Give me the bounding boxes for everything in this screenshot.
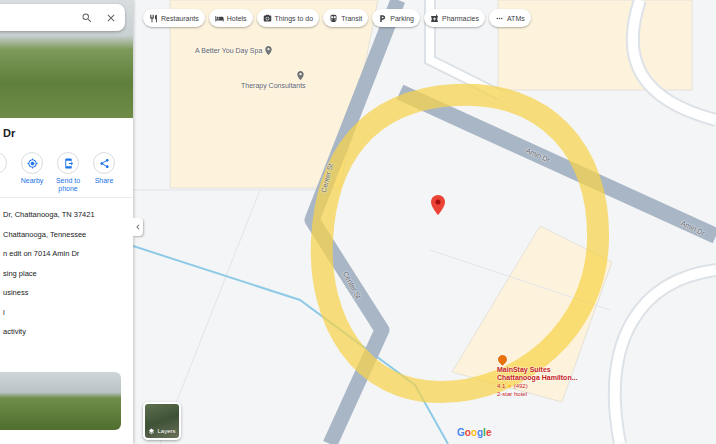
action-button[interactable]: e: [0, 152, 14, 193]
nearby-icon: [27, 158, 38, 169]
action-label: Send to phone: [51, 177, 85, 193]
action-circle[interactable]: [57, 152, 79, 174]
filter-chip[interactable]: Pharmacies: [424, 9, 485, 27]
road: [633, 0, 716, 120]
bookmark-icon: [0, 158, 2, 169]
parking-icon: [378, 14, 387, 23]
layers-icon: [148, 428, 155, 435]
place-panel: Dr eNearbySend to phoneShare Dr, Chattanoo…: [0, 0, 133, 444]
highlight-circle: [322, 95, 598, 392]
transit-icon: [329, 14, 338, 23]
logo-letter: G: [457, 427, 465, 439]
detail-row[interactable]: Chattanooga, Tennessee: [0, 225, 133, 245]
action-circle[interactable]: [93, 152, 115, 174]
selected-pin-icon[interactable]: [431, 195, 445, 215]
search-icon[interactable]: [81, 12, 93, 24]
filter-chips: RestaurantsHotelsThings to doTransitPark…: [143, 9, 531, 27]
filter-chip[interactable]: Restaurants: [143, 9, 205, 27]
poi-pin-icon[interactable]: [263, 45, 274, 56]
action-button[interactable]: Send to phone: [50, 152, 86, 193]
logo-letter: l: [483, 427, 486, 439]
detail-row[interactable]: n edit on 7014 Amin Dr: [0, 244, 133, 264]
poi-marker[interactable]: Therapy Consultants: [241, 70, 306, 90]
layers-label: Layers: [157, 428, 175, 435]
divider: [0, 197, 133, 198]
place-label[interactable]: Therapy Consultants: [241, 82, 306, 90]
amin-dr-road[interactable]: [400, 92, 716, 236]
search-box[interactable]: [0, 4, 125, 31]
layers-button[interactable]: Layers: [143, 402, 181, 440]
more-icon: [495, 14, 504, 23]
detail-row[interactable]: Dr, Chattanooga, TN 37421: [0, 205, 133, 225]
filter-chip[interactable]: Parking: [372, 9, 420, 27]
logo-letter: o: [465, 427, 471, 439]
phone-icon: [63, 158, 74, 169]
street-photo[interactable]: [0, 372, 121, 430]
action-label: Nearby: [15, 177, 49, 185]
detail-row[interactable]: sing place: [0, 264, 133, 284]
map[interactable]: RestaurantsHotelsThings to doTransitPark…: [133, 0, 716, 444]
collapse-panel-button[interactable]: [133, 218, 143, 236]
action-button[interactable]: Nearby: [14, 152, 50, 193]
filter-chip[interactable]: Hotels: [209, 9, 253, 27]
road: [615, 270, 716, 444]
place-label[interactable]: A Better You Day Spa: [195, 47, 262, 55]
share-icon: [99, 158, 110, 169]
place-label[interactable]: MainStay Suites Chattanooga Hamilton...: [497, 366, 589, 382]
detail-row[interactable]: activity: [0, 322, 133, 342]
filter-chip[interactable]: Things to do: [257, 9, 320, 27]
place-title: Dr: [0, 118, 133, 142]
restaurant-icon: [149, 14, 158, 23]
logo-letter: g: [477, 427, 483, 439]
filter-chip[interactable]: Transit: [323, 9, 368, 27]
road: [633, 0, 716, 120]
google-logo: Google: [457, 427, 491, 439]
close-icon[interactable]: [105, 12, 117, 24]
logo-letter: e: [486, 427, 492, 439]
road: [615, 270, 716, 444]
parcel-line: [133, 190, 330, 191]
filter-chip[interactable]: ATMs: [489, 9, 531, 27]
action-circle[interactable]: [21, 152, 43, 174]
action-row: eNearbySend to phoneShare: [0, 152, 133, 193]
poi-pin-icon[interactable]: [295, 70, 306, 81]
detail-row[interactable]: usiness: [0, 283, 133, 303]
action-circle[interactable]: [0, 152, 7, 174]
action-label: e: [0, 177, 13, 185]
hotel-rating: 4.1 ★ (492): [497, 383, 528, 390]
action-label: Share: [87, 177, 121, 185]
hotel-pin-icon[interactable]: [495, 352, 511, 368]
logo-letter: o: [471, 427, 477, 439]
action-button[interactable]: Share: [86, 152, 122, 193]
camera-icon: [263, 14, 272, 23]
pharmacy-icon: [430, 14, 439, 23]
place-photo[interactable]: [0, 0, 133, 118]
poi-marker[interactable]: A Better You Day Spa: [195, 45, 274, 56]
map-canvas[interactable]: [133, 0, 716, 444]
detail-row[interactable]: l: [0, 303, 133, 323]
chevron-left-icon: [133, 222, 143, 232]
hotel-icon: [215, 14, 224, 23]
star: ★: [507, 383, 512, 389]
maps-app: DreNearbySend to phoneShareDr, Chattanoo…: [0, 0, 716, 444]
detail-list: Dr, Chattanooga, TN 37421Chattanooga, Te…: [0, 198, 133, 342]
hotel-category: 2-star hotel: [497, 391, 527, 398]
stream: [133, 246, 448, 444]
hotel-marker[interactable]: MainStay Suites Chattanooga Hamilton...4…: [497, 354, 589, 398]
